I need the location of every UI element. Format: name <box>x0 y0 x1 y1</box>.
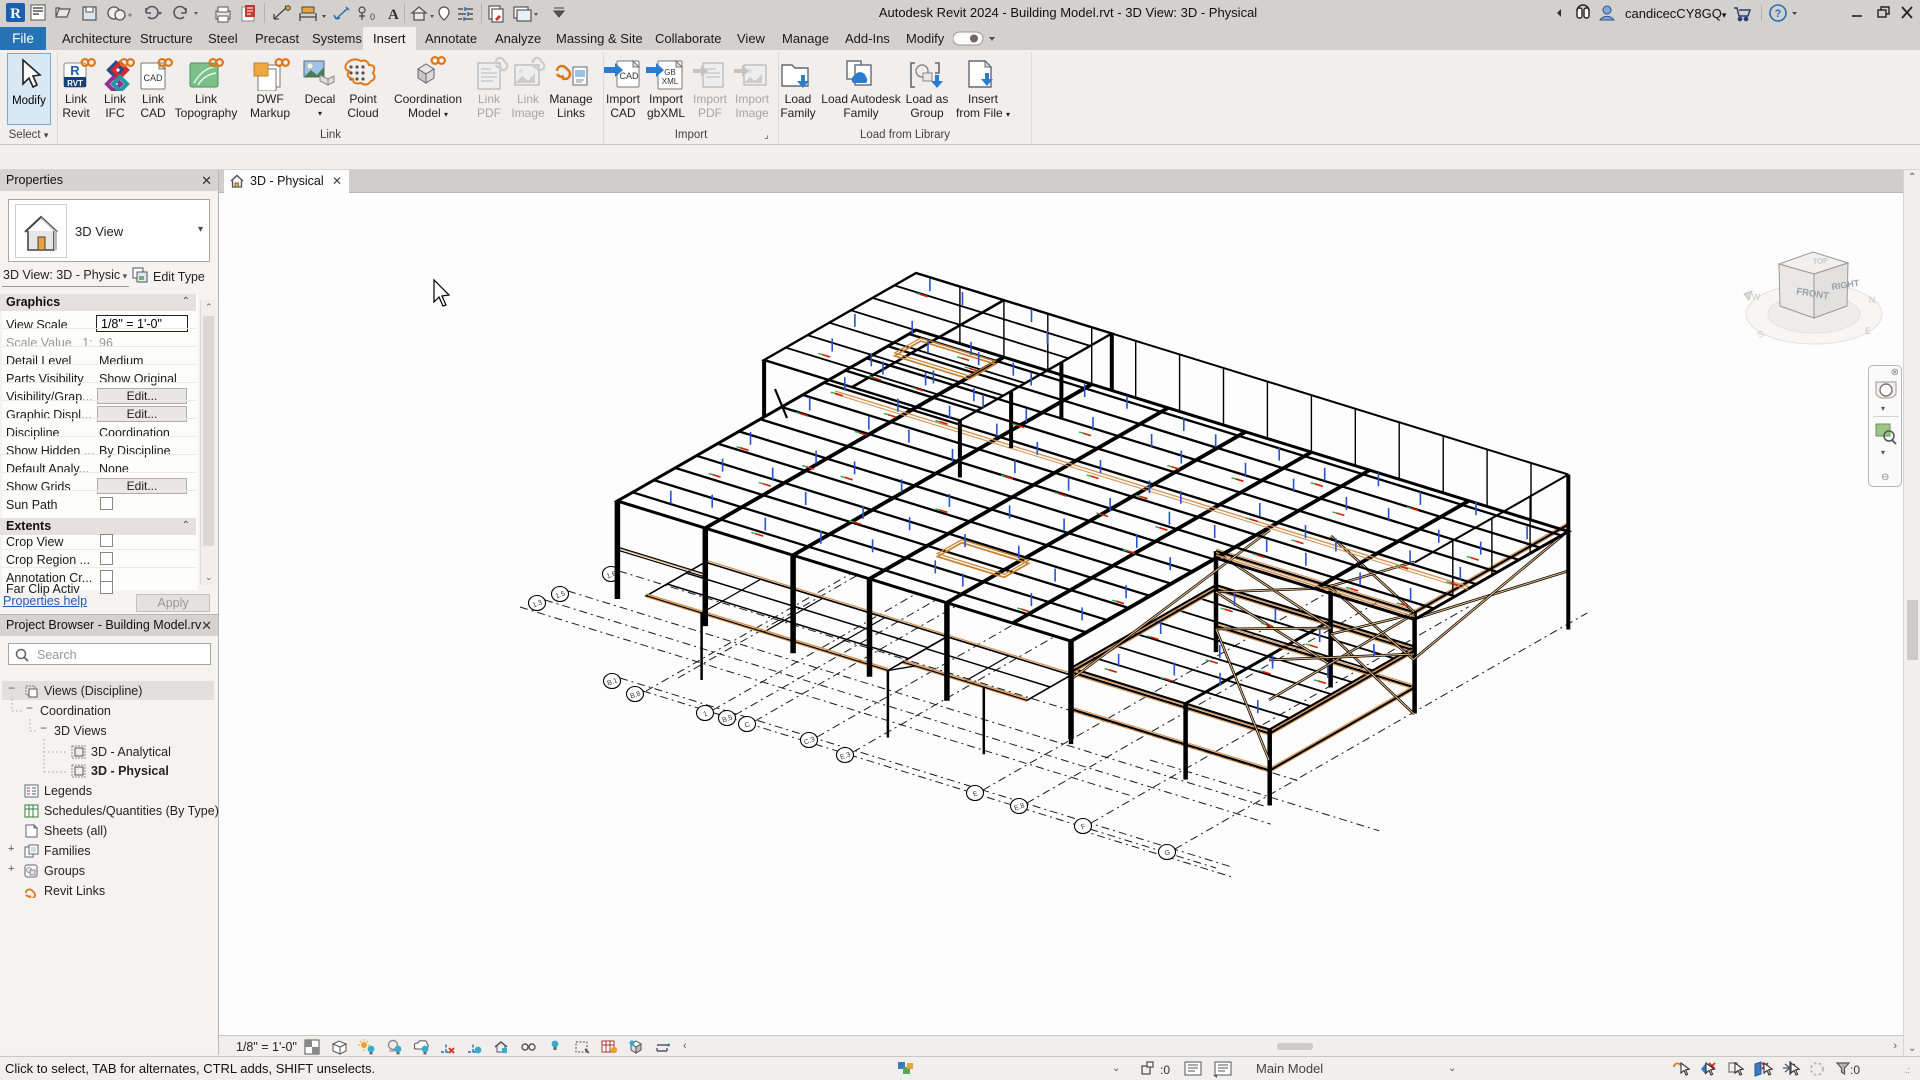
svg-text:W: W <box>1752 292 1761 302</box>
svg-text:CAD: CAD <box>619 71 639 81</box>
svg-text:RVT: RVT <box>67 79 83 88</box>
svg-text:GB: GB <box>664 68 676 77</box>
svg-text:N: N <box>1869 295 1876 305</box>
svg-text:E: E <box>1865 326 1871 336</box>
svg-text:R: R <box>70 63 80 78</box>
svg-text:XML: XML <box>662 77 679 86</box>
svg-text:CAD: CAD <box>143 73 163 83</box>
svg-text:0: 0 <box>370 12 375 22</box>
svg-text::0: :0 <box>1160 1063 1170 1077</box>
svg-text::0: :0 <box>1850 1063 1860 1077</box>
svg-text:A: A <box>388 7 399 23</box>
svg-text:?: ? <box>1775 8 1782 20</box>
svg-text:TOP: TOP <box>1813 256 1829 266</box>
svg-text:R: R <box>10 6 21 22</box>
